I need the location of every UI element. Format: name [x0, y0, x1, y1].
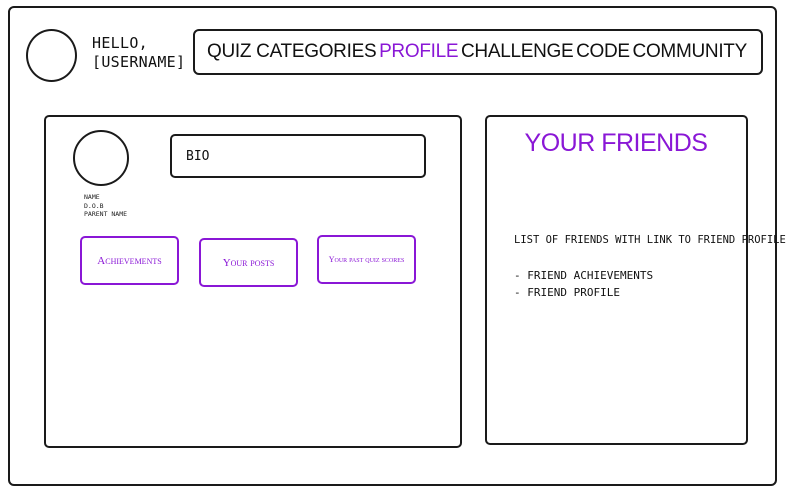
greeting-username: [USERNAME] — [92, 53, 186, 71]
your-posts-button[interactable]: Your posts — [199, 238, 298, 287]
detail-dob: D.O.B — [84, 201, 104, 210]
nav-item-challenge[interactable]: CHALLENGE — [461, 41, 574, 63]
friend-achievements-item[interactable]: - Friend achievements — [514, 267, 653, 284]
detail-parent-name: PARENT NAME — [84, 210, 128, 218]
bio-label: BIO — [186, 149, 210, 164]
greeting-hello: HELLO, — [92, 34, 148, 52]
nav-item-quiz-categories[interactable]: QUIZ CATEGORIES — [207, 41, 377, 63]
nav-item-code[interactable]: CODE — [576, 41, 630, 63]
profile-avatar — [73, 130, 129, 186]
nav-item-profile[interactable]: PROFILE — [379, 41, 459, 63]
bio-field[interactable]: BIO — [170, 134, 426, 178]
friends-description: LIST OF FRIENDS WITH LINK TO FRIEND PROF… — [514, 234, 786, 246]
nav-item-community[interactable]: COMMUNITY — [633, 41, 748, 63]
friend-profile-item[interactable]: - Friend profile — [514, 284, 653, 301]
user-avatar[interactable] — [26, 29, 77, 82]
greeting: HELLO, [USERNAME] — [92, 34, 187, 72]
past-quiz-scores-button[interactable]: Your past quiz scores — [317, 235, 416, 284]
detail-name: NAME — [84, 193, 100, 201]
achievements-button[interactable]: Achievements — [80, 236, 179, 285]
profile-details: NAME D.O.B PARENT NAME — [84, 193, 127, 219]
friends-feature-list: - Friend achievements - Friend profile — [514, 267, 653, 301]
friends-title: YOUR FRIENDS — [524, 129, 708, 157]
main-nav: QUIZ CATEGORIES PROFILE CHALLENGE CODE C… — [193, 29, 763, 75]
